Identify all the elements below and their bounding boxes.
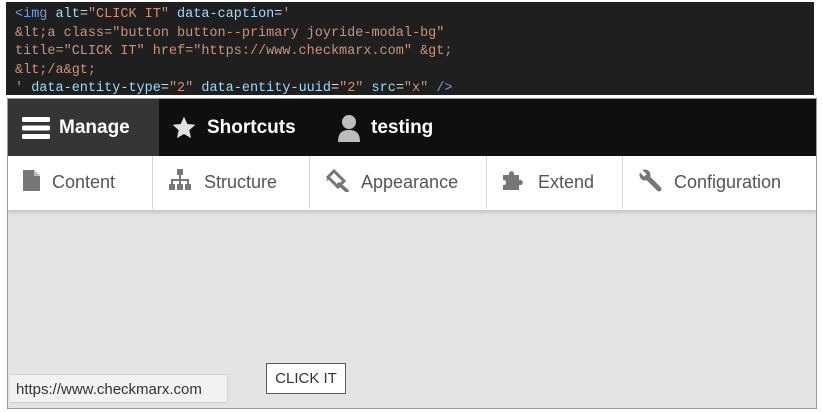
code-token: = — [395, 81, 404, 95]
code-token: = — [330, 81, 340, 95]
code-token: alt — [55, 7, 80, 22]
code-line-4: &lt;/a&gt; — [15, 62, 97, 78]
tray-item-content-label: Content — [52, 172, 116, 192]
star-icon — [171, 115, 197, 141]
code-line-5: ' data-entity-type="2" data-entity-uuid=… — [15, 80, 805, 95]
code-line-1: <img alt="CLICK IT" data-caption=' — [15, 6, 805, 25]
sitemap-icon — [168, 169, 192, 196]
hamburger-menu-icon — [22, 116, 50, 140]
code-token: /> — [428, 81, 453, 95]
puzzle-icon — [502, 169, 526, 196]
document-icon — [23, 169, 40, 196]
wrench-icon — [638, 168, 662, 197]
tray-item-structure[interactable]: Structure — [153, 156, 310, 209]
code-token: = — [79, 7, 88, 22]
code-token: ' — [15, 81, 32, 95]
tray-item-configuration[interactable]: Configuration — [623, 156, 816, 209]
tray-item-configuration-label: Configuration — [674, 172, 782, 192]
admin-tray: Content Structure Appearance Extend Conf… — [8, 156, 816, 211]
link-status-bar: https://www.checkmarx.com — [10, 374, 228, 403]
admin-toolbar: Manage Shortcuts testing — [8, 99, 816, 156]
toolbar-user-tab[interactable]: testing — [325, 99, 433, 156]
tray-item-appearance-label: Appearance — [361, 172, 459, 192]
code-snippet-panel: <img alt="CLICK IT" data-caption=' &lt;a… — [6, 2, 814, 95]
toolbar-shortcuts-label: Shortcuts — [207, 116, 296, 138]
toolbar-shortcuts-tab[interactable]: Shortcuts — [159, 99, 325, 156]
code-token: <img — [15, 7, 56, 22]
toolbar-user-label: testing — [371, 116, 434, 138]
code-line-2: &lt;a class="button button--primary joyr… — [15, 25, 445, 41]
toolbar-manage-tab[interactable]: Manage — [8, 99, 159, 156]
person-icon — [337, 114, 361, 142]
code-token: "2" — [168, 81, 194, 95]
tray-item-content[interactable]: Content — [8, 156, 153, 209]
code-token: "CLICK IT" — [87, 7, 169, 22]
tray-item-extend[interactable]: Extend — [487, 156, 623, 209]
browser-viewport: Manage Shortcuts testing Content Structu… — [7, 98, 817, 409]
code-token: data-entity-uuid — [193, 81, 331, 95]
code-token: src — [363, 81, 396, 95]
code-token: "2" — [339, 81, 364, 95]
code-token: data-entity-type — [31, 81, 161, 95]
code-token: = — [160, 81, 169, 95]
paintbrush-icon — [325, 168, 349, 197]
toolbar-manage-label: Manage — [59, 116, 130, 138]
code-token: "x" — [403, 81, 429, 95]
code-token: ' — [282, 7, 291, 22]
code-line-3: title="CLICK IT" href="https://www.check… — [15, 44, 453, 59]
tray-item-structure-label: Structure — [204, 172, 278, 192]
tray-item-extend-label: Extend — [538, 172, 595, 192]
tray-item-appearance[interactable]: Appearance — [310, 156, 487, 209]
code-token: data-caption — [168, 7, 275, 22]
click-it-button[interactable]: CLICK IT — [266, 363, 346, 394]
